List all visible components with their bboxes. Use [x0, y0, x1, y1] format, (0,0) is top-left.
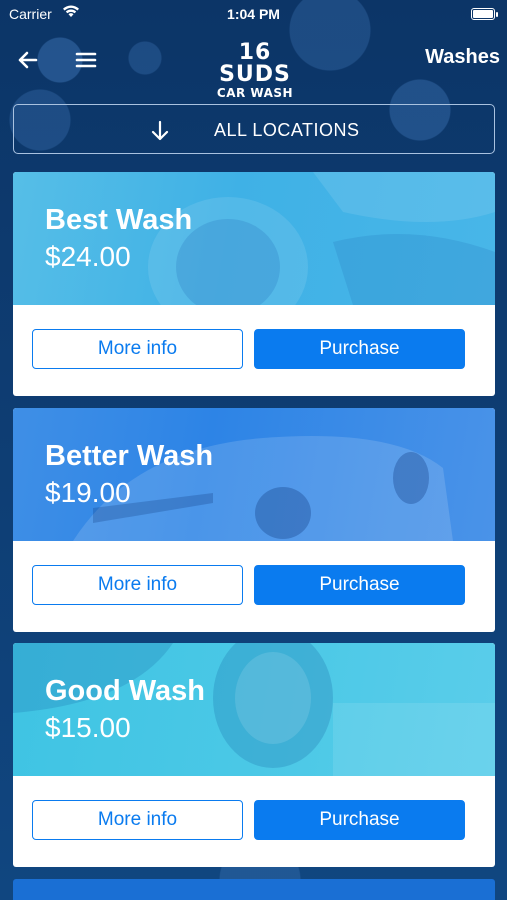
- more-info-button[interactable]: More info: [32, 800, 243, 840]
- logo-line-2: CAR WASH: [216, 86, 294, 100]
- wash-card: Good Wash $15.00 More info Purchase: [13, 643, 495, 867]
- wash-card: Best Wash $24.00 More info Purchase: [13, 172, 495, 396]
- wash-card-banner: [13, 408, 495, 541]
- wash-name: Good Wash: [45, 675, 206, 707]
- page-title: Washes: [425, 46, 500, 68]
- wash-card-partial: [13, 879, 495, 900]
- status-bar: Carrier 1:04 PM: [0, 0, 507, 30]
- purchase-button[interactable]: Purchase: [254, 329, 465, 369]
- wash-price: $19.00: [45, 477, 131, 508]
- hamburger-menu-icon[interactable]: [72, 46, 100, 74]
- nav-bar: 16 SUDS CAR WASH Washes: [0, 30, 507, 99]
- wash-price: $15.00: [45, 712, 131, 743]
- arrow-down-icon: [151, 120, 169, 141]
- more-info-button[interactable]: More info: [32, 565, 243, 605]
- purchase-button[interactable]: Purchase: [254, 800, 465, 840]
- brand-logo: 16 SUDS CAR WASH: [200, 40, 310, 100]
- arrow-left-icon[interactable]: [14, 46, 42, 74]
- battery-icon: [471, 8, 498, 20]
- wash-card-banner: [13, 643, 495, 776]
- location-label: ALL LOCATIONS: [214, 120, 360, 140]
- wash-card-banner: [13, 172, 495, 305]
- location-selector[interactable]: ALL LOCATIONS: [13, 104, 495, 154]
- more-info-button[interactable]: More info: [32, 329, 243, 369]
- car-photo-overlay: [148, 172, 495, 305]
- clock: 1:04 PM: [227, 6, 280, 22]
- car-photo-overlay: [13, 643, 495, 776]
- purchase-button[interactable]: Purchase: [254, 565, 465, 605]
- car-photo-overlay: [73, 436, 453, 541]
- wash-name: Best Wash: [45, 204, 193, 236]
- wash-card: Better Wash $19.00 More info Purchase: [13, 408, 495, 632]
- wash-price: $24.00: [45, 241, 131, 272]
- logo-line-1: 16 SUDS: [219, 40, 291, 87]
- wash-name: Better Wash: [45, 440, 214, 472]
